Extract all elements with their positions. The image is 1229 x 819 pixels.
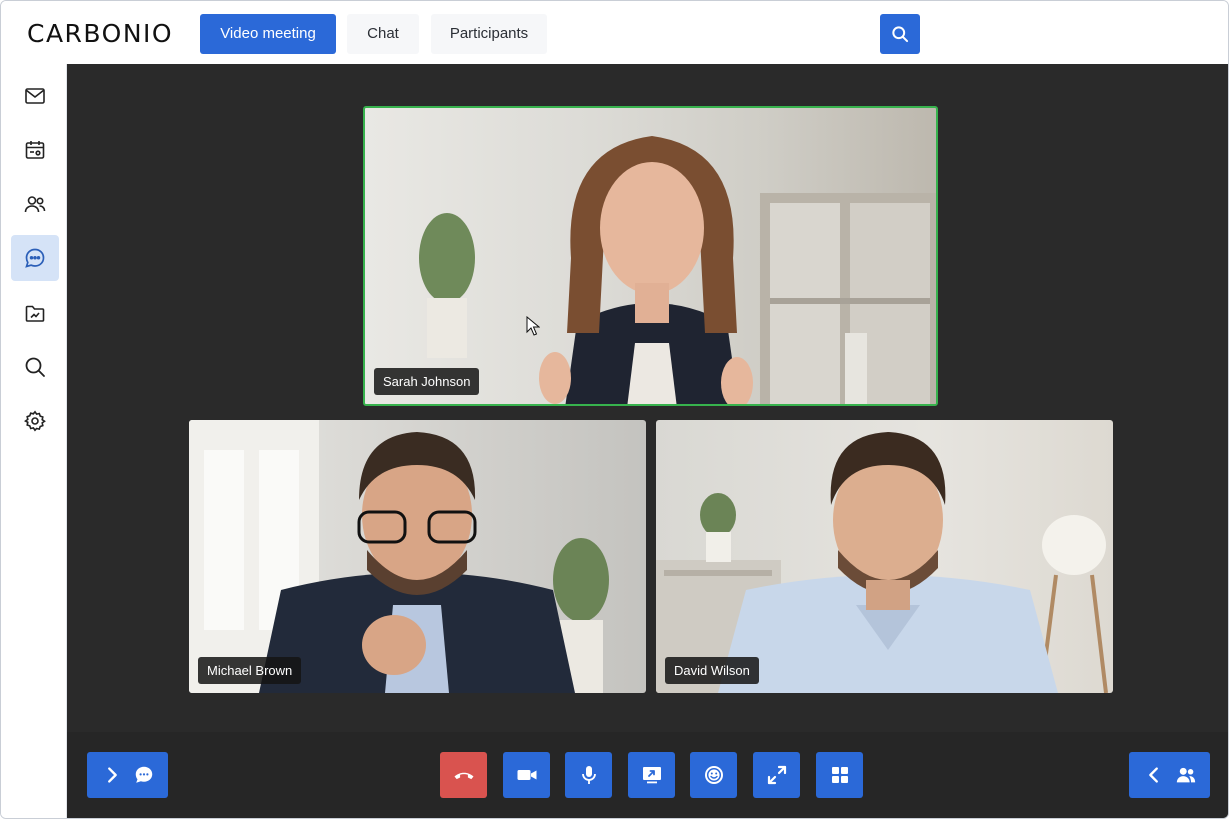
sidebar-item-settings[interactable] — [11, 398, 59, 444]
mouse-cursor — [526, 316, 540, 336]
chat-icon — [25, 248, 45, 268]
hang-up-button[interactable] — [440, 752, 487, 798]
carbonio-logo: CARBONIO — [27, 19, 174, 48]
mail-icon — [25, 88, 45, 104]
sidebar-item-search[interactable] — [11, 344, 59, 390]
microphone-toggle-button[interactable] — [565, 752, 612, 798]
sidebar-item-contacts[interactable] — [11, 181, 59, 227]
sidebar-item-calendar[interactable] — [11, 127, 59, 173]
camera-toggle-button[interactable] — [503, 752, 550, 798]
sidebar-item-files[interactable] — [11, 290, 59, 336]
open-chat-panel-button[interactable] — [87, 752, 168, 798]
search-icon — [892, 26, 909, 43]
gear-icon — [23, 410, 46, 432]
emoji-icon — [704, 766, 723, 784]
screen-share-button[interactable] — [628, 752, 675, 798]
sidebar-item-mail[interactable] — [11, 73, 59, 119]
microphone-icon — [581, 766, 596, 784]
chevron-right-icon — [107, 767, 117, 783]
search-button[interactable] — [880, 14, 920, 54]
screen-share-icon — [642, 767, 661, 784]
chevron-left-icon — [1148, 767, 1158, 783]
video-stage: Sarah Johnson Michael Brown David Wilson — [67, 64, 1228, 818]
phone-hangup-icon — [454, 772, 473, 780]
participant-name-label: Michael Brown — [198, 657, 302, 684]
grid-icon — [831, 767, 848, 783]
search-icon — [25, 357, 45, 377]
participants-icon — [1176, 767, 1195, 783]
call-controls-bar — [67, 732, 1228, 818]
participant-video — [189, 420, 609, 693]
participant-video — [419, 136, 936, 404]
video-tile[interactable]: Michael Brown — [189, 420, 646, 693]
fullscreen-button[interactable] — [753, 752, 800, 798]
tab-video-meeting[interactable]: Video meeting — [200, 14, 336, 54]
expand-icon — [767, 765, 786, 785]
participant-name-label: Sarah Johnson — [374, 368, 480, 395]
chat-bubble-icon — [135, 766, 152, 783]
video-tile[interactable]: David Wilson — [656, 420, 1113, 693]
sidebar-item-chat[interactable] — [11, 235, 59, 281]
files-icon — [25, 305, 45, 322]
video-tile-active-speaker[interactable]: Sarah Johnson — [363, 106, 938, 406]
app-sidebar — [1, 64, 67, 818]
app-window: CARBONIO Video meeting Chat Participants — [0, 0, 1229, 819]
tab-chat[interactable]: Chat — [347, 14, 419, 54]
tab-participants[interactable]: Participants — [431, 14, 547, 54]
open-participants-panel-button[interactable] — [1129, 752, 1210, 798]
calendar-icon — [25, 141, 45, 159]
top-bar: CARBONIO Video meeting Chat Participants — [1, 1, 1228, 64]
grid-view-button[interactable] — [816, 752, 863, 798]
participant-video — [656, 432, 1108, 693]
reactions-button[interactable] — [690, 752, 737, 798]
contacts-icon — [24, 196, 46, 213]
video-camera-icon — [517, 770, 536, 780]
participant-name-label: David Wilson — [665, 657, 759, 684]
